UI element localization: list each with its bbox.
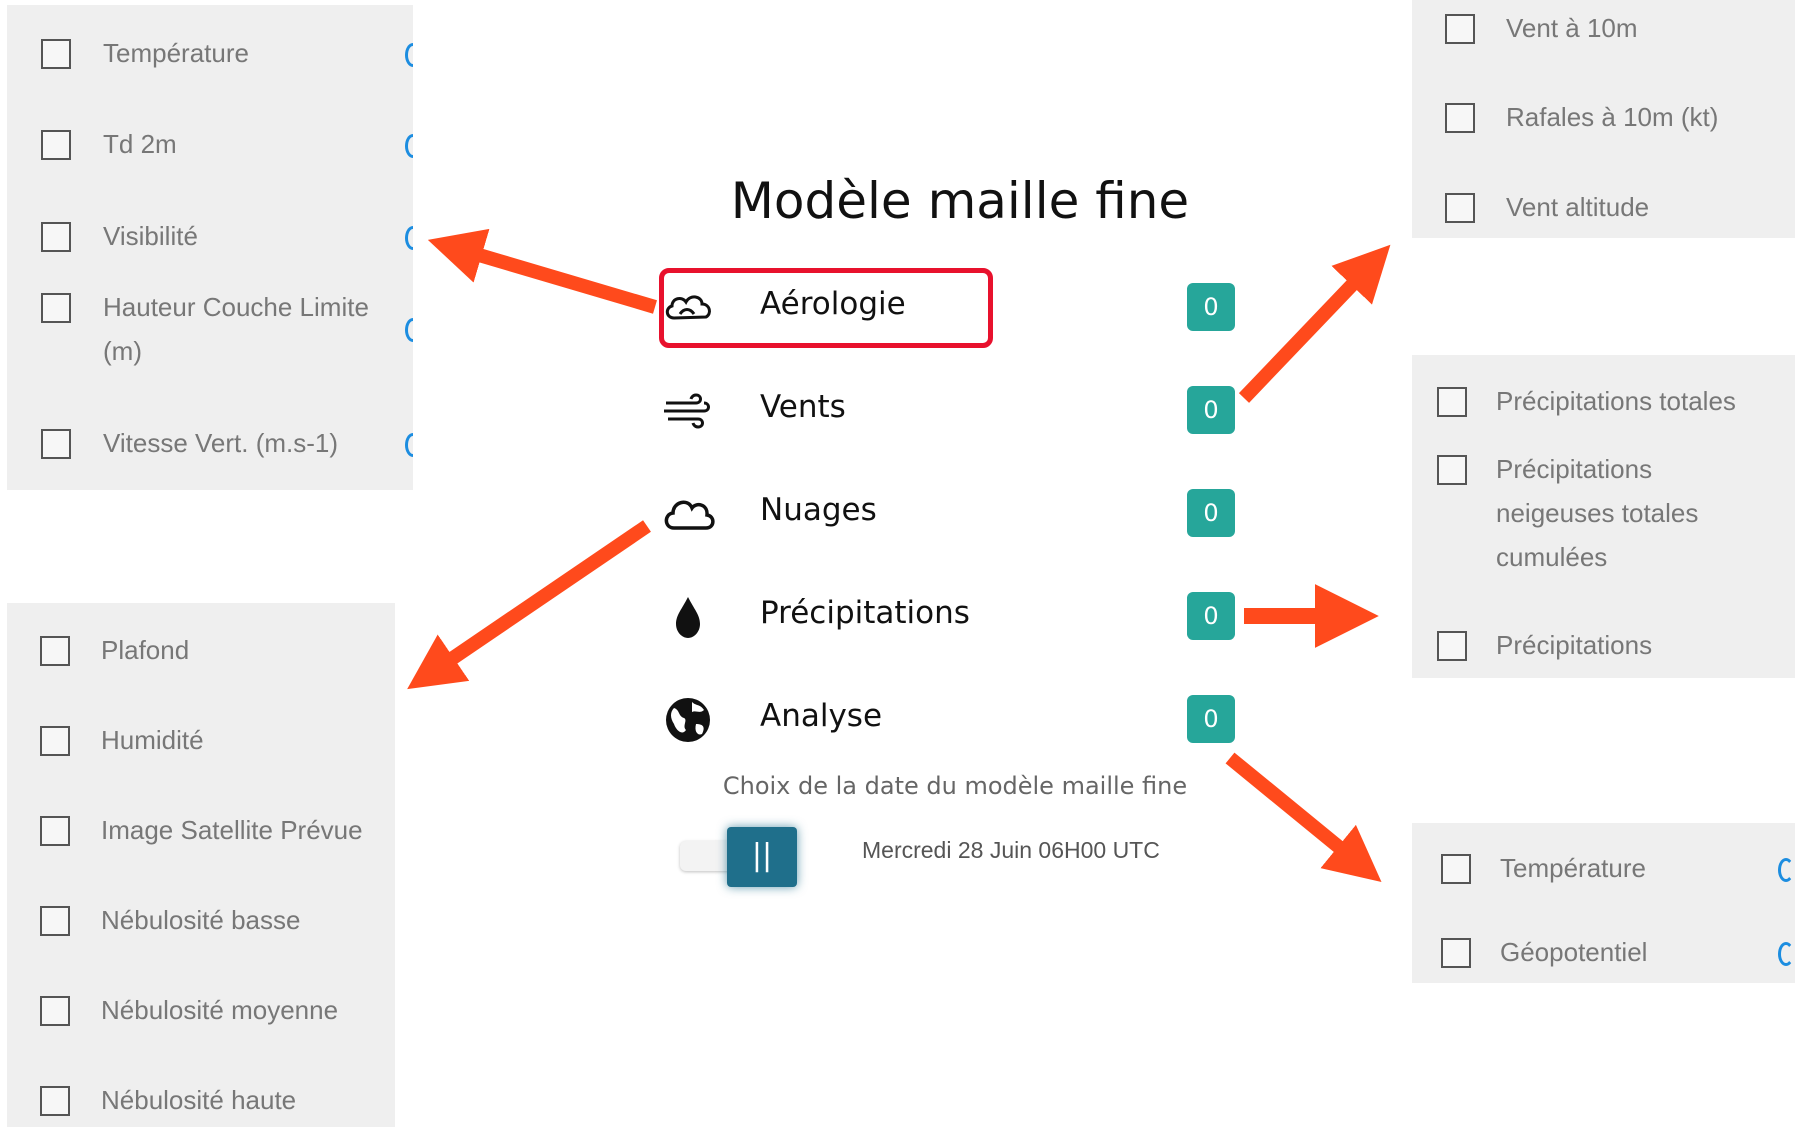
annotation-arrows — [407, 228, 1391, 882]
arrow-to-aerologie-panel — [427, 228, 657, 314]
arrow-to-vents-panel — [1238, 244, 1391, 403]
arrow-to-nuages-panel — [407, 520, 651, 690]
arrow-to-analyse-panel — [1225, 752, 1382, 882]
